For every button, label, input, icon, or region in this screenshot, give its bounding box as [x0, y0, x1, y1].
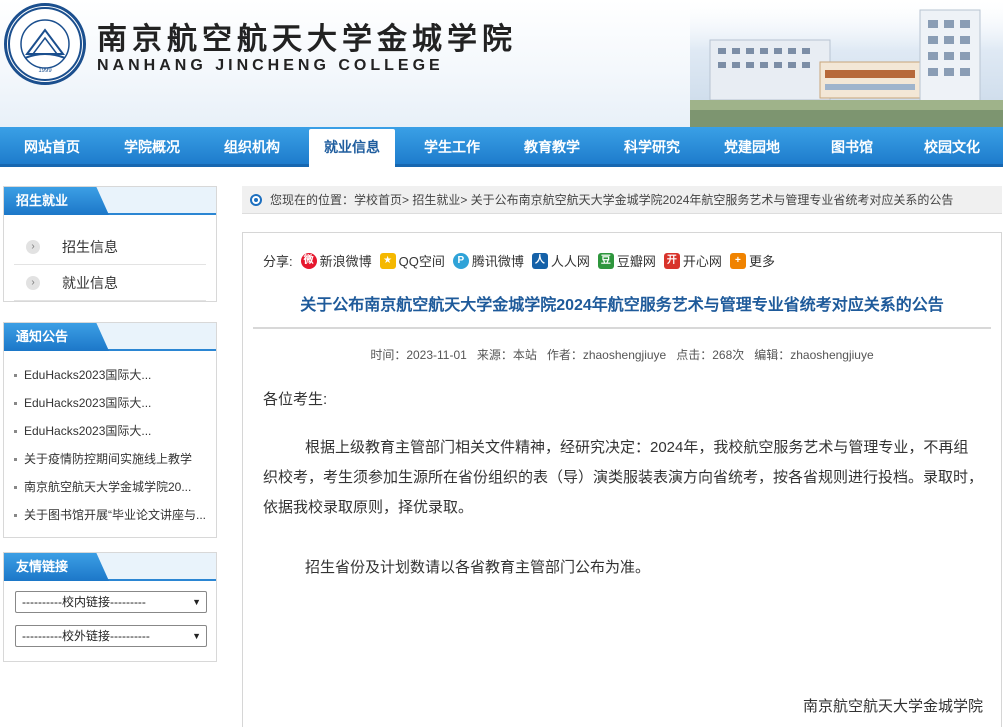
- site-header: 1999 南京航空航天大学金城学院 NANHANG JINCHENG COLLE…: [0, 0, 1003, 127]
- dropdown-arrow-icon: ▼: [192, 597, 201, 607]
- nav-campus-culture[interactable]: 校园文化: [903, 127, 1001, 167]
- douban-icon: 豆: [597, 252, 614, 269]
- share-qzone[interactable]: ★ QQ空间: [379, 251, 445, 270]
- share-label: 分享:: [263, 254, 293, 269]
- share-douban[interactable]: 豆豆瓣网: [597, 251, 656, 270]
- internal-links-select[interactable]: ----------校内链接--------- ▼: [15, 591, 207, 613]
- sidebar-admission: 招生就业 › 招生信息 › 就业信息: [3, 186, 217, 302]
- nav-organization[interactable]: 组织机构: [204, 127, 300, 167]
- notice-item[interactable]: 南京航空航天大学金城学院20...: [4, 473, 216, 501]
- article-meta: 时间：2023-11-01 来源：本站 作者：zhaoshengjiuye 点击…: [370, 348, 874, 362]
- article-signature: 南京航空航天大学金城学院: [802, 698, 983, 715]
- nav-research[interactable]: 科学研究: [604, 127, 700, 167]
- qzone-icon: ★: [379, 252, 396, 269]
- external-links-select[interactable]: ----------校外链接---------- ▼: [15, 625, 207, 647]
- sidebar-links-title: 友情链接: [4, 553, 109, 581]
- nav-employment[interactable]: 就业信息: [309, 129, 395, 167]
- main-nav: 网站首页 学院概况 组织机构 就业信息 学生工作 教育教学 科学研究 党建园地 …: [0, 127, 1003, 167]
- article-title: 关于公布南京航空航天大学金城学院2024年航空服务艺术与管理专业省统考对应关系的…: [300, 297, 944, 314]
- nav-about[interactable]: 学院概况: [104, 127, 200, 167]
- nav-home[interactable]: 网站首页: [4, 127, 100, 167]
- share-kaixin[interactable]: 开开心网: [663, 251, 722, 270]
- article-greeting: 各位考生:: [263, 391, 328, 408]
- article-paragraph-2: 招生省份及计划数请以各省教育主管部门公布为准。: [305, 559, 651, 576]
- location-icon: [250, 194, 262, 206]
- article-paragraph-1: 根据上级教育主管部门相关文件精神，经研究决定：2024年，我校航空服务艺术与管理…: [263, 439, 984, 516]
- site-name-cn: 南京航空航天大学金城学院: [97, 22, 517, 57]
- breadcrumb-text[interactable]: 您现在的位置：学校首页> 招生就业> 关于公布南京航空航天大学金城学院2024年…: [270, 193, 953, 207]
- site-name-en: NANHANG JINCHENG COLLEGE: [97, 57, 444, 74]
- sidebar-links: 友情链接 ----------校内链接--------- ▼ ---------…: [3, 552, 217, 662]
- plus-icon: +: [729, 252, 746, 269]
- share-renren[interactable]: 人人人网: [531, 251, 590, 270]
- notice-item[interactable]: EduHacks2023国际大...: [4, 361, 216, 389]
- notice-item[interactable]: 关于图书馆开展“毕业论文讲座与...: [4, 501, 216, 529]
- nav-teaching[interactable]: 教育教学: [504, 127, 600, 167]
- share-bar: 分享: 微新浪微博 ★ QQ空间 P 腾讯微博 人人人网 豆豆瓣网 开开心网 + 更多: [263, 251, 775, 270]
- share-weibo[interactable]: 微新浪微博: [300, 251, 372, 270]
- nav-party[interactable]: 党建园地: [704, 127, 800, 167]
- campus-photo: [690, 0, 1003, 127]
- notice-item[interactable]: 关于疫情防控期间实施线上教学: [4, 445, 216, 473]
- share-tencent-weibo[interactable]: P 腾讯微博: [452, 251, 524, 270]
- notice-item[interactable]: EduHacks2023国际大...: [4, 389, 216, 417]
- breadcrumb: 您现在的位置：学校首页> 招生就业> 关于公布南京航空航天大学金城学院2024年…: [242, 186, 1002, 214]
- nav-library[interactable]: 图书馆: [804, 127, 900, 167]
- svg-text:1999: 1999: [38, 68, 52, 74]
- sidebar-notices-title: 通知公告: [4, 323, 109, 351]
- nav-student-affairs[interactable]: 学生工作: [404, 127, 500, 167]
- notice-item[interactable]: EduHacks2023国际大...: [4, 417, 216, 445]
- title-divider: [253, 327, 991, 329]
- weibo-icon: 微: [300, 252, 317, 269]
- chevron-right-icon: ›: [26, 240, 40, 254]
- share-more[interactable]: + 更多: [729, 251, 775, 270]
- chevron-right-icon: ›: [26, 276, 40, 290]
- college-logo[interactable]: 1999: [4, 3, 86, 85]
- tencent-weibo-icon: P: [452, 252, 469, 269]
- sidebar-item-employment-info[interactable]: › 就业信息: [14, 265, 206, 301]
- kaixin-icon: 开: [663, 252, 680, 269]
- sidebar-item-admission-info[interactable]: › 招生信息: [14, 229, 206, 265]
- article-panel: 分享: 微新浪微博 ★ QQ空间 P 腾讯微博 人人人网 豆豆瓣网 开开心网 + 更多…: [242, 232, 1002, 727]
- renren-icon: 人: [531, 252, 548, 269]
- dropdown-arrow-icon: ▼: [192, 631, 201, 641]
- sidebar-admission-title: 招生就业: [4, 187, 109, 215]
- sidebar-notices: 通知公告 EduHacks2023国际大... EduHacks2023国际大.…: [3, 322, 217, 538]
